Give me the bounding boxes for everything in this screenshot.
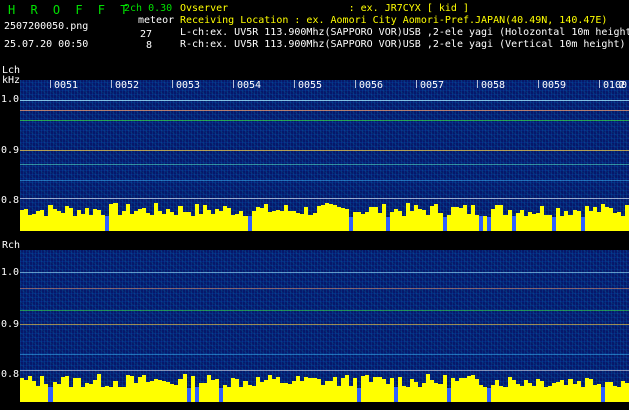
- rch-level-bars: [20, 374, 629, 402]
- lch-ytick-2: 0.9: [1, 145, 20, 156]
- time-label: 0057: [420, 80, 445, 91]
- lch-level-bars: [20, 203, 629, 231]
- lch-ytick-3: 0.8: [1, 195, 20, 206]
- level-bar: [625, 382, 629, 402]
- rch-ytick-3: 0.8: [1, 369, 20, 380]
- filename-label: 2507200050.png: [4, 21, 89, 32]
- level-bar: [625, 204, 629, 231]
- time-tick: [111, 80, 112, 88]
- lch-count: 27: [140, 29, 153, 40]
- time-label: 0058: [481, 80, 506, 91]
- rch-count: 8: [146, 40, 153, 51]
- lch-signal-line: [20, 164, 629, 165]
- time-label: 0054: [237, 80, 262, 91]
- rch-info-line: R-ch:ex. UV5R 113.900Mhz(SAPPORO VOR)USB…: [180, 39, 626, 50]
- rch-label: Rch: [2, 240, 21, 251]
- rch-signal-line: [20, 272, 629, 273]
- lch-signal-line: [20, 100, 629, 101]
- time-tick: [538, 80, 539, 88]
- time-tick: [599, 80, 600, 88]
- time-label: 0052: [115, 80, 140, 91]
- lch-signal-line: [20, 150, 629, 151]
- time-tick: [233, 80, 234, 88]
- lch-signal-line: [20, 180, 629, 181]
- brand-label: H R O F F T: [8, 3, 132, 17]
- lch-spectrogram: 0051 0052 0053 0054 0055 0056 0057 0058 0059 0100…: [20, 80, 629, 231]
- lch-unit: kHz: [2, 75, 21, 86]
- time-label: 0051: [54, 80, 79, 91]
- rch-signal-line: [20, 310, 629, 311]
- time-label: 0056: [359, 80, 384, 91]
- rch-ytick-2: 0.9: [1, 319, 20, 330]
- time-label: 0053: [176, 80, 201, 91]
- time-tick: [355, 80, 356, 88]
- observer-line: Ovserver : ex. JR7CYX [ kid ]: [180, 3, 469, 14]
- rch-signal-line: [20, 324, 629, 325]
- lch-ytick-1: 1.0: [1, 94, 20, 105]
- time-tick: [477, 80, 478, 88]
- datetime-label: 25.07.20 00:50: [4, 39, 89, 50]
- rch-signal-line: [20, 370, 629, 371]
- lch-info-line: L-ch:ex. UV5R 113.900Mhz(SAPPORO VOR)USB…: [180, 27, 629, 38]
- rch-spectrogram: [20, 250, 629, 402]
- time-tick: [172, 80, 173, 88]
- time-tick: [50, 80, 51, 88]
- time-label: 2: [619, 80, 626, 91]
- rch-signal-line: [20, 354, 629, 355]
- version-label: 2ch 0.30: [124, 3, 173, 14]
- rch-signal-line: [20, 288, 629, 289]
- time-tick: [416, 80, 417, 88]
- location-line: Receiving Location : ex. Aomori City Aom…: [180, 15, 608, 26]
- lch-signal-line: [20, 198, 629, 199]
- time-label: 0055: [298, 80, 323, 91]
- time-tick: [294, 80, 295, 88]
- lch-signal-line: [20, 120, 629, 121]
- lch-signal-line: [20, 110, 629, 111]
- time-label: 0059: [542, 80, 567, 91]
- event-type-label: meteor: [138, 15, 175, 26]
- rch-ytick-1: 1.0: [1, 267, 20, 278]
